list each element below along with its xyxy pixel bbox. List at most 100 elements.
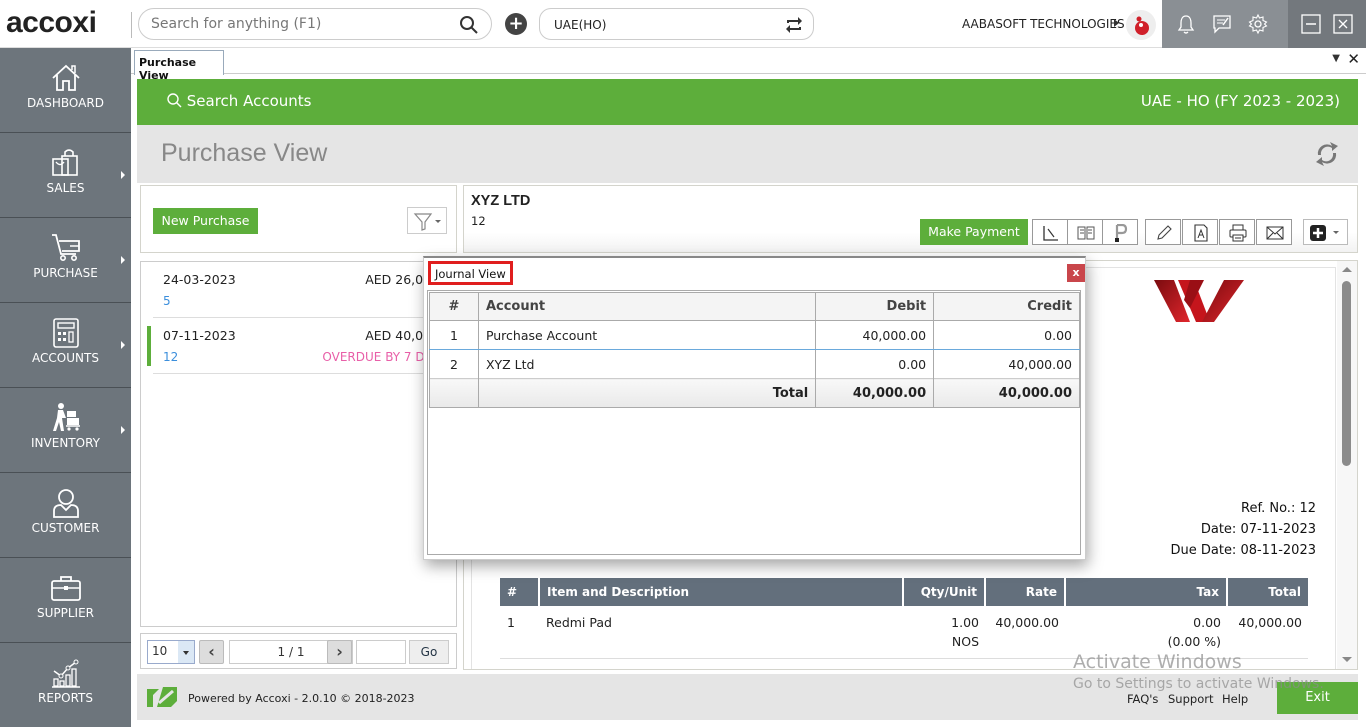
preview-scrollbar[interactable] — [1337, 261, 1357, 669]
caret-right-icon — [121, 426, 125, 434]
global-search[interactable] — [138, 8, 492, 40]
purchase-date: 24-03-2023 — [163, 272, 236, 287]
sidebar-item-label: DASHBOARD — [27, 96, 104, 110]
journal-table: # Account Debit Credit 1 Purchase Accoun… — [429, 292, 1080, 408]
plus-icon: + — [508, 13, 524, 34]
powered-by-text: Powered by Accoxi - 2.0.10 © 2018-2023 — [188, 692, 415, 705]
supplier-name: XYZ LTD — [471, 193, 531, 209]
pencil-icon — [1157, 225, 1172, 240]
scroll-up-icon[interactable] — [1342, 267, 1352, 272]
page-size-select[interactable]: 10 — [147, 640, 195, 664]
accoxi-logo: accoxi — [6, 6, 97, 39]
briefcase-icon — [51, 576, 81, 601]
notes-icon[interactable] — [1211, 13, 1233, 35]
sidebar-item-label: CUSTOMER — [31, 521, 100, 535]
sidebar-item-dashboard[interactable]: DASHBOARD — [0, 48, 131, 133]
item-tax-percent: (0.00 %) — [1167, 634, 1221, 649]
scrollbar-thumb[interactable] — [1342, 281, 1351, 466]
goto-page-input[interactable] — [356, 640, 406, 664]
row-no: 1 — [429, 320, 479, 350]
chart-icon — [52, 659, 80, 688]
sidebar-item-sales[interactable]: SALES — [0, 133, 131, 218]
make-payment-button[interactable]: Make Payment — [920, 219, 1028, 245]
pdf-button[interactable] — [1182, 219, 1218, 245]
journal-button[interactable] — [1067, 219, 1103, 245]
search-accounts-button[interactable]: Search Accounts — [167, 92, 311, 110]
top-icon-group — [1162, 0, 1288, 48]
sidebar-item-accounts[interactable]: ACCOUNTS — [0, 303, 131, 388]
sidebar-item-label: SUPPLIER — [36, 606, 95, 620]
go-button[interactable]: Go — [409, 640, 449, 664]
column-header: Item and Description — [539, 578, 904, 606]
sidebar-item-inventory[interactable]: INVENTORY — [0, 388, 131, 473]
gear-icon[interactable] — [1247, 13, 1269, 35]
edit-button[interactable] — [1145, 219, 1181, 245]
total-debit: 40,000.00 — [815, 378, 935, 408]
support-link[interactable]: Support — [1168, 692, 1213, 706]
filter-button[interactable] — [407, 207, 447, 234]
help-link[interactable]: Help — [1222, 692, 1248, 706]
sidebar-item-reports[interactable]: REPORTS — [0, 643, 131, 728]
item-qty-unit: 1.00 NOS — [903, 606, 985, 659]
sidebar-item-purchase[interactable]: PURCHASE — [0, 218, 131, 303]
journal-view-dialog: Journal View x # Account Debit Credit 1 … — [423, 256, 1086, 560]
list-item-selected[interactable]: 07-11-2023 AED 40,000 12 OVERDUE BY 7 DA… — [147, 318, 453, 374]
purchase-ref: 5 — [163, 294, 171, 308]
close-window-icon[interactable] — [1332, 13, 1354, 35]
total-label: Total — [477, 378, 817, 408]
sidebar-item-supplier[interactable]: SUPPLIER — [0, 558, 131, 643]
more-actions-button[interactable] — [1303, 219, 1348, 245]
mail-icon — [1266, 226, 1284, 240]
new-purchase-button[interactable]: New Purchase — [153, 208, 258, 234]
scroll-down-icon[interactable] — [1342, 657, 1352, 662]
history-button[interactable] — [1032, 219, 1068, 245]
column-header: Debit — [815, 292, 935, 321]
item-description: Redmi Pad — [539, 606, 903, 659]
invoice-date: Date: 07-11-2023 — [1200, 522, 1316, 537]
sidebar-item-customer[interactable]: CUSTOMER — [0, 473, 131, 558]
column-header: # — [429, 292, 479, 321]
column-header: Account — [477, 292, 817, 321]
print-button[interactable] — [1219, 219, 1255, 245]
column-header: Qty/Unit — [903, 578, 986, 606]
company-name[interactable]: AABASOFT TECHNOLOGIES — [962, 17, 1125, 31]
search-icon[interactable] — [459, 15, 479, 35]
minimize-icon[interactable] — [1300, 13, 1322, 35]
faq-link[interactable]: FAQ's — [1127, 692, 1158, 706]
column-header: Credit — [933, 292, 1080, 321]
caret-right-icon — [121, 171, 125, 179]
due-date: Due Date: 08-11-2023 — [1170, 543, 1316, 558]
page-title: Purchase View — [161, 139, 328, 167]
chevron-down-icon[interactable] — [178, 641, 194, 663]
refresh-icon[interactable] — [1312, 138, 1342, 170]
branch-label: UAE(HO) — [554, 18, 607, 32]
row-no: 2 — [429, 349, 479, 379]
caret-right-icon — [121, 256, 125, 264]
sidebar-item-label: REPORTS — [37, 691, 93, 705]
add-new-button[interactable]: + — [505, 13, 527, 35]
close-dialog-button[interactable]: x — [1067, 264, 1085, 282]
prev-page-button[interactable]: ‹ — [199, 640, 224, 664]
post-button[interactable] — [1102, 219, 1138, 245]
row-account: XYZ Ltd — [477, 349, 817, 379]
user-avatar[interactable] — [1126, 10, 1156, 40]
caret-right-icon[interactable] — [1114, 19, 1119, 27]
sidebar-item-label: SALES — [46, 181, 85, 195]
tab-purchase-view[interactable]: Purchase View — [134, 50, 224, 82]
switch-branch-icon[interactable] — [783, 14, 805, 36]
global-search-input[interactable] — [151, 16, 451, 32]
total-blank — [429, 378, 479, 408]
tab-menu-icon[interactable]: ▼ — [1332, 53, 1340, 64]
next-page-button[interactable]: › — [327, 640, 352, 664]
calculator-icon — [53, 318, 79, 348]
bell-icon[interactable] — [1175, 13, 1197, 35]
row-account: Purchase Account — [477, 320, 817, 350]
column-header: Tax — [1065, 578, 1228, 606]
list-item[interactable]: 24-03-2023 AED 26,000 5 PA — [153, 262, 453, 318]
row-credit: 40,000.00 — [933, 349, 1080, 379]
branch-selector[interactable]: UAE(HO) — [539, 8, 814, 40]
total-row: Total 40,000.00 40,000.00 — [429, 378, 1080, 408]
close-tab-icon[interactable]: ✕ — [1347, 50, 1360, 68]
pdf-icon — [1194, 224, 1208, 242]
email-button[interactable] — [1256, 219, 1292, 245]
